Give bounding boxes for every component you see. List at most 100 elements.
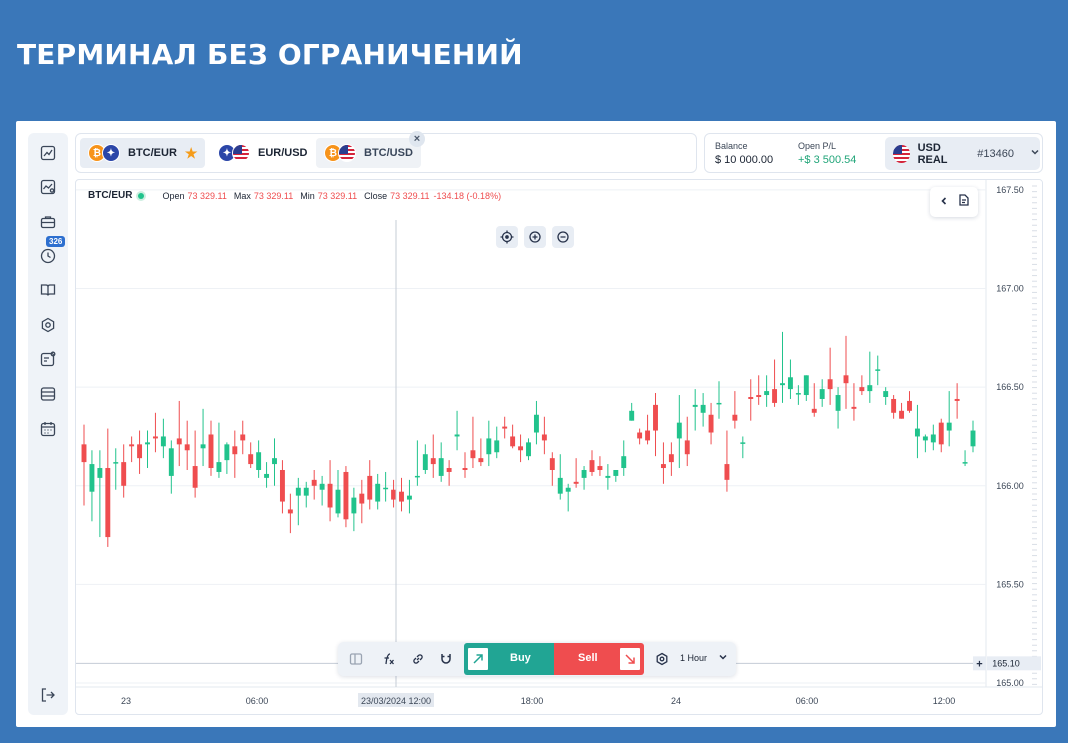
candle[interactable] xyxy=(152,412,158,453)
candle[interactable] xyxy=(208,420,214,476)
candle[interactable] xyxy=(446,460,452,486)
candle[interactable] xyxy=(129,436,135,463)
candle[interactable] xyxy=(891,395,897,419)
candle[interactable] xyxy=(629,402,635,421)
candle[interactable] xyxy=(946,391,952,447)
candle[interactable] xyxy=(287,493,293,534)
candle[interactable] xyxy=(311,469,317,500)
candle[interactable] xyxy=(954,383,960,419)
candle[interactable] xyxy=(335,469,341,518)
zoom-out-icon[interactable] xyxy=(552,226,574,248)
tab-btc-eur[interactable]: ₿ ✦ BTC/EUR ★ xyxy=(80,138,206,168)
candle[interactable] xyxy=(803,375,809,401)
candle[interactable] xyxy=(121,444,127,498)
sell-button[interactable]: Sell xyxy=(554,643,644,675)
candle[interactable] xyxy=(756,375,762,405)
timeframe-select[interactable]: 1 Hour xyxy=(680,653,707,663)
account-selector[interactable]: USD REAL #13460 xyxy=(885,137,1040,170)
candle[interactable] xyxy=(811,383,817,417)
candle[interactable] xyxy=(787,359,793,399)
candle[interactable] xyxy=(494,426,500,459)
chevron-left-icon[interactable] xyxy=(939,193,949,211)
buy-button[interactable]: Buy xyxy=(464,643,554,675)
candlestick-chart[interactable]: +165.10 167.50 167.00 166.50 166.00 165.50 16… xyxy=(76,180,1043,715)
candle[interactable] xyxy=(883,387,889,405)
candle[interactable] xyxy=(621,440,627,476)
candle[interactable] xyxy=(113,448,119,490)
candle[interactable] xyxy=(319,475,325,506)
candle[interactable] xyxy=(81,424,87,506)
candle[interactable] xyxy=(97,450,103,538)
candle[interactable] xyxy=(533,400,539,445)
candle[interactable] xyxy=(272,438,277,486)
candle[interactable] xyxy=(264,462,270,488)
candle[interactable] xyxy=(145,430,150,469)
document-icon[interactable] xyxy=(958,193,970,211)
analytics-icon[interactable] xyxy=(38,177,58,197)
candle[interactable] xyxy=(780,331,785,403)
candle[interactable] xyxy=(700,393,706,427)
portfolio-icon[interactable] xyxy=(38,212,58,232)
candle[interactable] xyxy=(176,400,182,467)
link-icon[interactable] xyxy=(408,649,428,669)
candle[interactable] xyxy=(137,430,143,474)
candle[interactable] xyxy=(343,466,349,528)
news-icon[interactable] xyxy=(38,349,58,369)
candle[interactable] xyxy=(160,418,166,459)
candle[interactable] xyxy=(740,436,746,459)
price-axis[interactable] xyxy=(986,180,1043,687)
candle[interactable] xyxy=(192,430,198,498)
candle[interactable] xyxy=(438,442,444,482)
target-icon[interactable] xyxy=(496,226,518,248)
candle[interactable] xyxy=(279,460,285,514)
candle[interactable] xyxy=(914,404,920,459)
candle[interactable] xyxy=(200,408,206,467)
candle[interactable] xyxy=(772,359,778,407)
candle[interactable] xyxy=(327,460,333,522)
tab-eur-usd[interactable]: ✦ EUR/USD xyxy=(210,138,316,168)
candle[interactable] xyxy=(930,424,936,451)
candle[interactable] xyxy=(613,469,619,482)
candle[interactable] xyxy=(462,452,468,478)
history-icon[interactable] xyxy=(38,246,58,266)
candle[interactable] xyxy=(89,450,95,522)
close-icon[interactable]: × xyxy=(409,131,425,147)
candle[interactable] xyxy=(391,479,397,508)
candle[interactable] xyxy=(859,375,865,396)
candle[interactable] xyxy=(708,402,714,445)
candle[interactable] xyxy=(597,456,603,476)
book-icon[interactable] xyxy=(38,280,58,300)
candle[interactable] xyxy=(899,402,905,419)
database-icon[interactable] xyxy=(38,384,58,404)
settings-icon[interactable] xyxy=(38,315,58,335)
price-chart[interactable]: +165.10 167.50 167.00 166.50 166.00 165.50 16… xyxy=(75,179,1043,715)
candle[interactable] xyxy=(510,424,516,449)
candle[interactable] xyxy=(692,389,698,431)
candle[interactable] xyxy=(256,440,262,478)
candle[interactable] xyxy=(907,391,912,413)
candle[interactable] xyxy=(422,444,428,474)
chart-settings-icon[interactable] xyxy=(652,649,672,669)
candle[interactable] xyxy=(486,420,492,467)
candle[interactable] xyxy=(232,430,238,478)
candle[interactable] xyxy=(922,434,928,453)
candle[interactable] xyxy=(653,393,658,457)
candle[interactable] xyxy=(430,434,436,478)
candle[interactable] xyxy=(454,410,460,451)
candle[interactable] xyxy=(875,355,881,386)
candle[interactable] xyxy=(295,477,301,526)
candle[interactable] xyxy=(367,460,373,510)
candle[interactable] xyxy=(248,442,254,469)
candle[interactable] xyxy=(724,430,730,492)
panel-toggle-icon[interactable] xyxy=(346,649,366,669)
candle[interactable] xyxy=(795,385,801,405)
candle[interactable] xyxy=(835,387,841,429)
candle[interactable] xyxy=(660,442,666,484)
calendar-icon[interactable] xyxy=(38,419,58,439)
candle[interactable] xyxy=(970,420,976,453)
candle[interactable] xyxy=(843,335,849,409)
candle[interactable] xyxy=(105,428,111,547)
candle[interactable] xyxy=(827,347,833,405)
candle[interactable] xyxy=(557,454,563,500)
candle[interactable] xyxy=(470,416,476,469)
